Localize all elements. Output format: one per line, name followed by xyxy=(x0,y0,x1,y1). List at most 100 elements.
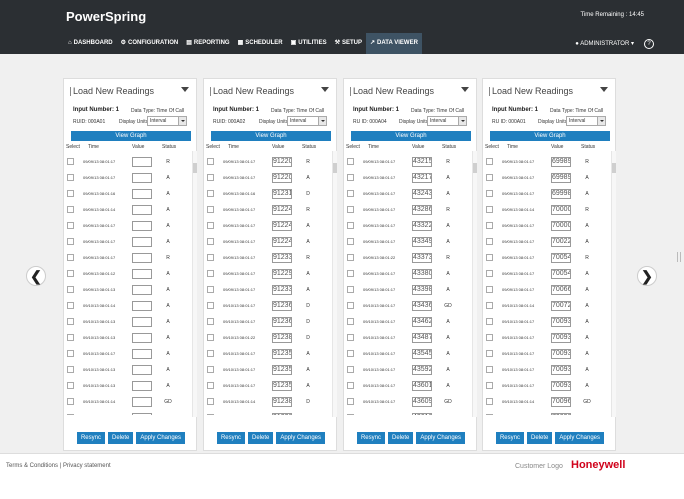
row-value-input[interactable] xyxy=(132,237,152,247)
row-value-input[interactable]: 912246 xyxy=(272,221,292,231)
row-checkbox[interactable] xyxy=(347,318,354,325)
carousel-prev-button[interactable]: ❮ xyxy=(26,266,46,286)
row-value-input[interactable] xyxy=(132,381,152,391)
row-value-input[interactable]: 912315 xyxy=(272,189,292,199)
row-checkbox[interactable] xyxy=(207,302,214,309)
row-checkbox[interactable] xyxy=(207,366,214,373)
row-value-input[interactable]: 912331 xyxy=(272,285,292,295)
view-graph-button[interactable]: View Graph xyxy=(351,131,471,141)
row-value-input[interactable]: 700961 xyxy=(551,397,571,407)
chevron-down-icon[interactable] xyxy=(321,87,329,92)
row-value-input[interactable]: 432154 xyxy=(412,157,432,167)
row-checkbox[interactable] xyxy=(347,174,354,181)
row-checkbox[interactable] xyxy=(207,398,214,405)
row-value-input[interactable]: 700936 xyxy=(551,381,571,391)
row-checkbox[interactable] xyxy=(67,350,74,357)
row-value-input[interactable]: 912388 xyxy=(272,397,292,407)
row-value-input[interactable]: 912362 xyxy=(272,317,292,327)
row-value-input[interactable]: 912355 xyxy=(272,365,292,375)
row-checkbox[interactable] xyxy=(347,190,354,197)
row-value-input[interactable]: 912388 xyxy=(272,413,292,415)
row-checkbox[interactable] xyxy=(486,302,493,309)
row-value-input[interactable]: 700008 xyxy=(551,221,571,231)
side-grip-icon[interactable] xyxy=(677,252,681,262)
chevron-down-icon[interactable] xyxy=(461,87,469,92)
row-value-input[interactable]: 700935 xyxy=(551,317,571,327)
row-checkbox[interactable] xyxy=(347,382,354,389)
row-value-input[interactable]: 433981 xyxy=(412,285,432,295)
row-value-input[interactable]: 700007 xyxy=(551,205,571,215)
row-checkbox[interactable] xyxy=(486,334,493,341)
row-checkbox[interactable] xyxy=(67,254,74,261)
row-checkbox[interactable] xyxy=(347,206,354,213)
row-value-input[interactable]: 435457 xyxy=(412,349,432,359)
row-checkbox[interactable] xyxy=(486,414,493,415)
list-scrollbar[interactable] xyxy=(332,151,337,417)
row-checkbox[interactable] xyxy=(207,254,214,261)
row-value-input[interactable] xyxy=(132,189,152,199)
row-value-input[interactable]: 700970 xyxy=(551,413,571,415)
row-value-input[interactable] xyxy=(132,397,152,407)
row-value-input[interactable]: 436107 xyxy=(412,413,432,415)
row-value-input[interactable] xyxy=(132,317,152,327)
row-checkbox[interactable] xyxy=(207,270,214,277)
row-checkbox[interactable] xyxy=(347,270,354,277)
row-value-input[interactable]: 912291 xyxy=(272,269,292,279)
nav-item-dashboard[interactable]: ⌂ DASHBOARD xyxy=(64,33,117,54)
delete-button[interactable]: Delete xyxy=(247,432,274,444)
row-checkbox[interactable] xyxy=(347,238,354,245)
row-checkbox[interactable] xyxy=(347,286,354,293)
resync-button[interactable]: Resync xyxy=(356,432,385,444)
row-value-input[interactable] xyxy=(132,333,152,343)
row-value-input[interactable]: 912331 xyxy=(272,253,292,263)
row-checkbox[interactable] xyxy=(67,318,74,325)
row-value-input[interactable]: 435925 xyxy=(412,365,432,375)
row-value-input[interactable] xyxy=(132,285,152,295)
list-scrollbar[interactable] xyxy=(192,151,197,417)
row-checkbox[interactable] xyxy=(486,398,493,405)
row-value-input[interactable] xyxy=(132,301,152,311)
row-value-input[interactable] xyxy=(132,157,152,167)
resync-button[interactable]: Resync xyxy=(495,432,524,444)
row-checkbox[interactable] xyxy=(486,222,493,229)
view-graph-button[interactable]: View Graph xyxy=(490,131,610,141)
row-value-input[interactable]: 700222 xyxy=(551,237,571,247)
apply-changes-button[interactable]: Apply Changes xyxy=(416,432,466,444)
view-graph-button[interactable]: View Graph xyxy=(211,131,331,141)
chevron-down-icon[interactable] xyxy=(600,87,608,92)
row-value-input[interactable]: 432862 xyxy=(412,205,432,215)
row-checkbox[interactable] xyxy=(207,238,214,245)
row-value-input[interactable]: 434624 xyxy=(412,317,432,327)
row-checkbox[interactable] xyxy=(67,382,74,389)
row-value-input[interactable]: 912201 xyxy=(272,157,292,167)
nav-item-scheduler[interactable]: ▦ SCHEDULER xyxy=(234,33,287,54)
row-checkbox[interactable] xyxy=(486,174,493,181)
scrollbar-thumb[interactable] xyxy=(333,163,337,173)
row-value-input[interactable]: 912246 xyxy=(272,237,292,247)
row-value-input[interactable]: 700936 xyxy=(551,365,571,375)
help-icon[interactable]: ? xyxy=(644,38,654,49)
row-value-input[interactable]: 912201 xyxy=(272,173,292,183)
row-value-input[interactable]: 700720 xyxy=(551,301,571,311)
row-checkbox[interactable] xyxy=(347,254,354,261)
row-value-input[interactable]: 700542 xyxy=(551,253,571,263)
delete-button[interactable]: Delete xyxy=(107,432,134,444)
terms-link[interactable]: Terms & Conditions xyxy=(6,463,58,469)
row-checkbox[interactable] xyxy=(67,158,74,165)
row-value-input[interactable]: 912246 xyxy=(272,205,292,215)
view-graph-button[interactable]: View Graph xyxy=(71,131,191,141)
row-value-input[interactable]: 699892 xyxy=(551,173,571,183)
scrollbar-thumb[interactable] xyxy=(612,163,616,173)
resync-button[interactable]: Resync xyxy=(216,432,245,444)
nav-item-data-viewer[interactable]: ↗ DATA VIEWER xyxy=(366,33,422,54)
row-checkbox[interactable] xyxy=(347,350,354,357)
row-checkbox[interactable] xyxy=(347,414,354,415)
carousel-next-button[interactable]: ❯ xyxy=(637,266,657,286)
row-checkbox[interactable] xyxy=(486,318,493,325)
row-value-input[interactable] xyxy=(132,205,152,215)
row-checkbox[interactable] xyxy=(67,286,74,293)
row-checkbox[interactable] xyxy=(207,382,214,389)
row-value-input[interactable]: 436012 xyxy=(412,381,432,391)
privacy-link[interactable]: Privacy statement xyxy=(63,463,111,469)
display-units-select[interactable]: Interval xyxy=(147,116,187,126)
